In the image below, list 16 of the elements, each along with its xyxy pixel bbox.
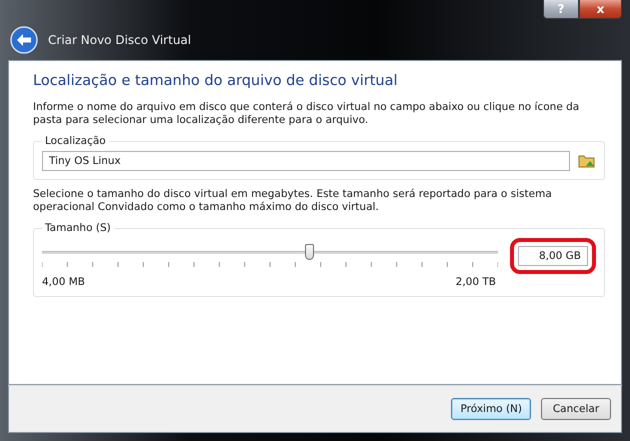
min-size-label: 4,00 MB (42, 276, 85, 288)
page-heading: Localização e tamanho do arquivo de disco virtual (33, 73, 399, 89)
location-field[interactable]: Tiny OS Linux (42, 151, 570, 171)
max-size-label: 2,00 TB (456, 276, 496, 288)
location-description: Informe o nome do arquivo em disco que conterá o disco virtual no campo abaixo ou clique no ícone da pasta para selecionar uma localização diferente para o arquivo. (33, 101, 580, 127)
size-field[interactable]: 8,00 GB (518, 246, 588, 266)
close-button[interactable]: x (579, 0, 622, 19)
size-label: Tamanho (S) (44, 222, 112, 234)
next-button[interactable]: Próximo (N) (451, 398, 531, 420)
cancel-button[interactable]: Cancelar (541, 398, 611, 420)
folder-icon[interactable] (578, 153, 596, 169)
slider-thumb[interactable] (304, 244, 314, 260)
size-description: Selecione o tamanho do disco virtual em megabytes. Este tamanho será reportado para o sistema operacional Convidado como o tamanho máximo do disco virtual. (33, 188, 553, 214)
window-title: Criar Novo Disco Virtual (48, 33, 192, 47)
size-slider[interactable] (42, 244, 498, 260)
location-label: Localização (44, 135, 107, 147)
